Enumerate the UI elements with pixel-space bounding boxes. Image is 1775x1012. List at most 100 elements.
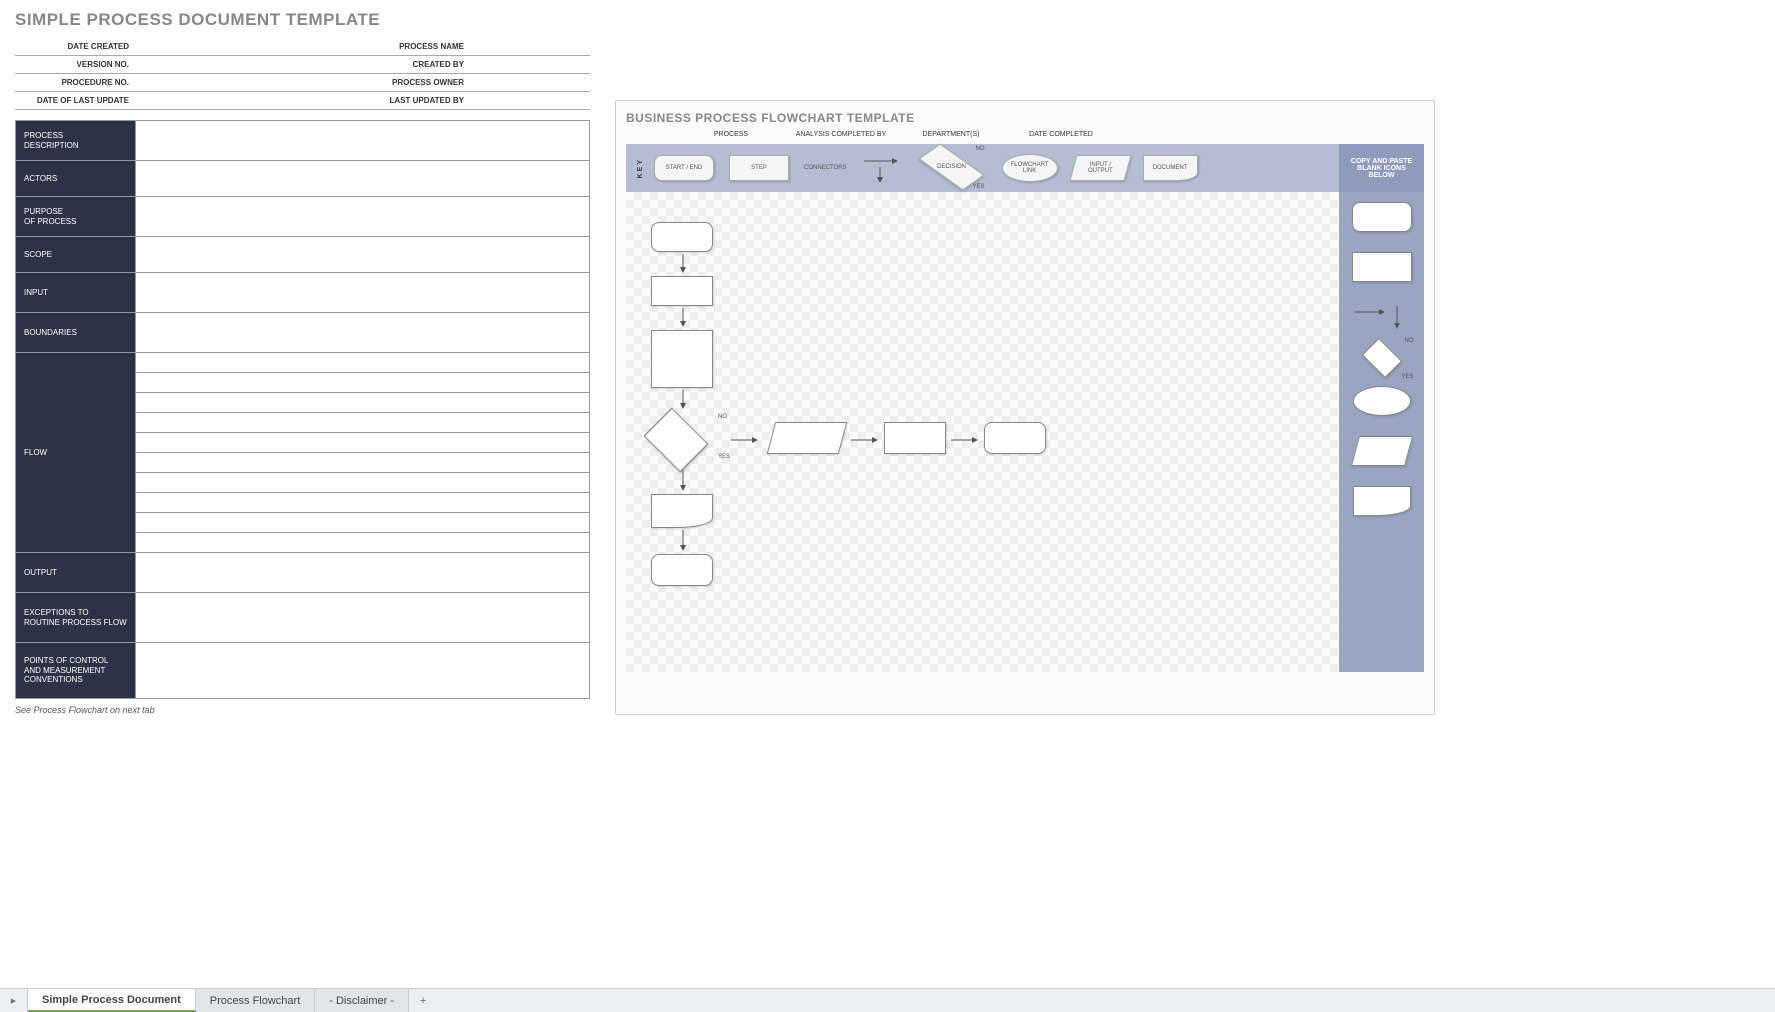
blank-document-icon[interactable] [1353,486,1411,516]
section-value[interactable] [136,197,590,237]
document-shape: DOCUMENT [1143,155,1198,181]
blank-icons-palette: NO YES [1339,192,1424,672]
yes-label: YES [973,184,985,190]
document-title: SIMPLE PROCESS DOCUMENT TEMPLATE [15,10,590,30]
yes-label: YES [1401,374,1413,380]
flow-step[interactable] [136,533,590,553]
field-label: PROCESS NAME [245,38,470,56]
footnote: See Process Flowchart on next tab [15,705,590,715]
field-value[interactable] [470,74,590,92]
blank-step-icon[interactable] [1352,252,1412,282]
flowchart-canvas[interactable]: NO YES [626,192,1339,672]
column-header: PROCESS [676,131,786,138]
blank-start-end-icon[interactable] [1352,202,1412,232]
tab-disclaimer[interactable]: - Disclaimer - [315,989,409,1012]
field-value[interactable] [135,56,245,74]
header-fields-table: DATE CREATED PROCESS NAME VERSION NO. CR… [15,38,590,110]
canvas-start-shape[interactable] [651,222,713,252]
flow-step[interactable] [136,353,590,373]
field-label: CREATED BY [245,56,470,74]
canvas-end-shape[interactable] [651,554,713,586]
blank-connectors-icon[interactable] [1352,302,1412,332]
start-end-shape: START / END [654,155,714,181]
section-value[interactable] [136,237,590,273]
section-label: BOUNDARIES [16,313,136,353]
arrow-right-icon [951,436,979,444]
flow-step[interactable] [136,453,590,473]
flow-step[interactable] [136,433,590,453]
tab-simple-process[interactable]: Simple Process Document [28,989,196,1012]
arrow-down-icon [679,530,687,552]
flowchart-panel: BUSINESS PROCESS FLOWCHART TEMPLATE PROC… [615,100,1435,715]
process-document-panel: SIMPLE PROCESS DOCUMENT TEMPLATE DATE CR… [15,10,590,715]
step-shape: STEP [729,155,789,181]
blank-io-icon[interactable] [1350,436,1412,466]
tab-process-flowchart[interactable]: Process Flowchart [196,989,315,1012]
input-output-shape: INPUT / OUTPUT [1069,155,1131,181]
connector-arrows-icon [862,153,902,183]
section-value[interactable] [136,593,590,643]
flow-step[interactable] [136,373,590,393]
connectors-label: CONNECTORS [804,165,847,171]
arrow-down-icon [679,254,687,274]
column-header: ANALYSIS COMPLETED BY [786,131,896,138]
section-label: SCOPE [16,237,136,273]
field-value[interactable] [135,74,245,92]
flow-step[interactable] [136,413,590,433]
no-label: NO [1405,338,1414,344]
section-value[interactable] [136,161,590,197]
canvas-document-shape[interactable] [651,494,713,528]
sheet-tab-bar: ▸ Simple Process Document Process Flowch… [0,988,1775,1012]
canvas-io-shape[interactable] [767,422,848,454]
add-tab-button[interactable]: + [409,989,437,1012]
column-header: DEPARTMENT(S) [896,131,1006,138]
copy-paste-label: COPY AND PASTE BLANK ICONS BELOW [1351,158,1412,179]
section-value[interactable] [136,553,590,593]
canvas-square-shape[interactable] [651,330,713,388]
arrow-down-icon [679,308,687,328]
field-label: PROCEDURE NO. [15,74,135,92]
section-value[interactable] [136,273,590,313]
field-label: DATE CREATED [15,38,135,56]
section-label: ACTORS [16,161,136,197]
field-value[interactable] [135,92,245,110]
blank-ellipse-icon[interactable] [1353,386,1411,416]
arrow-right-icon [851,436,879,444]
section-value[interactable] [136,121,590,161]
canvas-end-shape[interactable] [984,422,1046,454]
section-label: EXCEPTIONS TO ROUTINE PROCESS FLOW [16,593,136,643]
canvas-decision-shape[interactable] [643,407,708,472]
canvas-step-shape[interactable] [884,422,946,454]
blank-decision-icon[interactable] [1361,338,1402,379]
field-label: PROCESS OWNER [245,74,470,92]
section-label: INPUT [16,273,136,313]
flowchart-column-headers: PROCESS ANALYSIS COMPLETED BY DEPARTMENT… [626,131,1424,138]
flow-step[interactable] [136,513,590,533]
section-label: PROCESS DESCRIPTION [16,121,136,161]
column-header: DATE COMPLETED [1006,131,1116,138]
section-label: POINTS OF CONTROL AND MEASUREMENT CONVEN… [16,643,136,699]
no-label: NO [976,146,985,152]
section-label: OUTPUT [16,553,136,593]
flow-step[interactable] [136,473,590,493]
field-value[interactable] [470,56,590,74]
field-value[interactable] [135,38,245,56]
section-value[interactable] [136,643,590,699]
section-label: PURPOSE OF PROCESS [16,197,136,237]
no-label: NO [718,414,727,420]
field-value[interactable] [470,38,590,56]
field-label: DATE OF LAST UPDATE [15,92,135,110]
tab-scroll-button[interactable]: ▸ [0,989,28,1012]
flow-step[interactable] [136,393,590,413]
arrow-down-icon [679,470,687,492]
field-label: LAST UPDATED BY [245,92,470,110]
process-sections-table: PROCESS DESCRIPTION ACTORS PURPOSE OF PR… [15,120,590,699]
flow-step[interactable] [136,493,590,513]
flowchart-title: BUSINESS PROCESS FLOWCHART TEMPLATE [626,111,1424,125]
yes-label: YES [718,454,730,460]
canvas-step-shape[interactable] [651,276,713,306]
field-label: VERSION NO. [15,56,135,74]
field-value[interactable] [470,92,590,110]
section-value[interactable] [136,313,590,353]
section-label: FLOW [16,353,136,553]
